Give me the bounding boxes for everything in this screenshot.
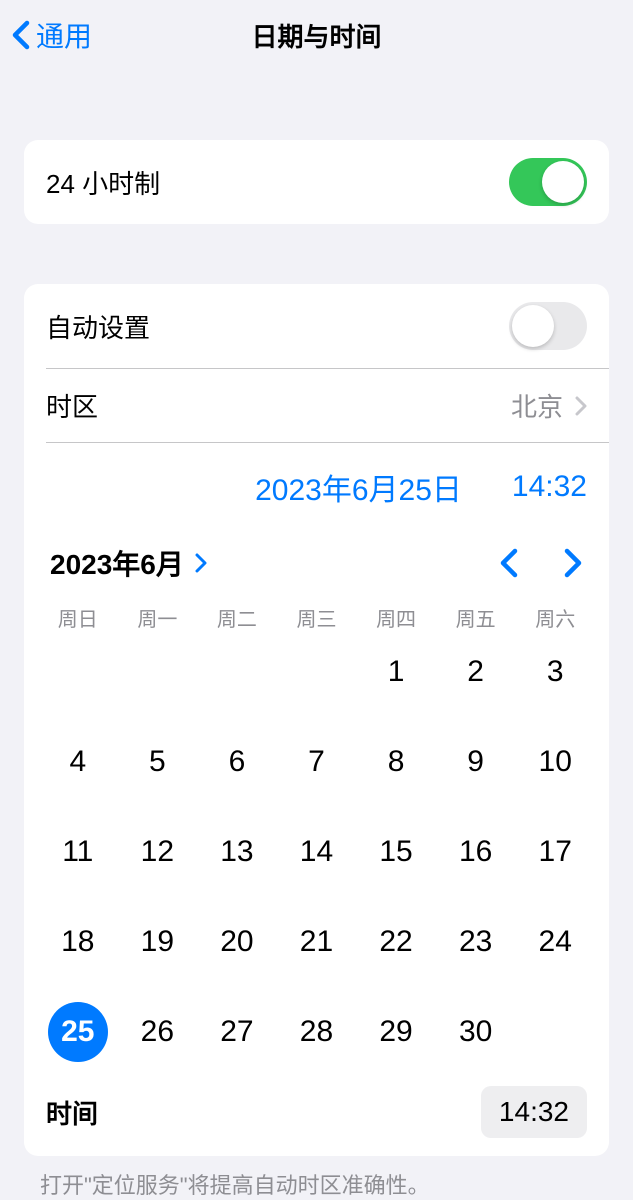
- day-cell[interactable]: 16: [436, 820, 516, 884]
- day-cell[interactable]: 28: [277, 1000, 357, 1064]
- day-cell[interactable]: 2: [436, 640, 516, 704]
- day-cell[interactable]: 19: [118, 910, 198, 974]
- day-number: 26: [127, 1002, 187, 1062]
- chevron-right-icon: [575, 396, 587, 416]
- day-number: 22: [366, 912, 426, 972]
- day-number: 27: [207, 1002, 267, 1062]
- weekday-label: 周六: [515, 603, 595, 632]
- day-number: 25: [48, 1002, 108, 1062]
- day-cell[interactable]: 20: [197, 910, 277, 974]
- page-title: 日期与时间: [251, 17, 381, 54]
- month-selector[interactable]: 2023年6月: [50, 543, 208, 583]
- day-cell[interactable]: 23: [436, 910, 516, 974]
- prev-month-button[interactable]: [499, 548, 519, 578]
- day-number: 11: [48, 822, 108, 882]
- day-number: 9: [446, 732, 506, 792]
- day-cell[interactable]: 10: [515, 730, 595, 794]
- month-title-label: 2023年6月: [50, 543, 184, 583]
- day-cell[interactable]: 29: [356, 1000, 436, 1064]
- day-cell[interactable]: 6: [197, 730, 277, 794]
- back-label: 通用: [36, 15, 92, 55]
- day-number: 23: [446, 912, 506, 972]
- day-cell[interactable]: 26: [118, 1000, 198, 1064]
- day-number: 16: [446, 822, 506, 882]
- twenty-four-hour-label: 24 小时制: [46, 164, 160, 201]
- footer-note: 打开"定位服务"将提高自动时区准确性。: [0, 1156, 633, 1200]
- day-cell[interactable]: 7: [277, 730, 357, 794]
- weekday-label: 周一: [118, 603, 198, 632]
- day-number: 5: [127, 732, 187, 792]
- day-cell[interactable]: 11: [38, 820, 118, 884]
- next-month-button[interactable]: [563, 548, 583, 578]
- chevron-left-icon: [12, 20, 30, 50]
- day-number: 28: [286, 1002, 346, 1062]
- day-number: 15: [366, 822, 426, 882]
- day-cell[interactable]: 24: [515, 910, 595, 974]
- day-cell[interactable]: 18: [38, 910, 118, 974]
- auto-set-row: 自动设置: [24, 284, 609, 368]
- weekday-label: 周五: [436, 603, 516, 632]
- datetime-row: 2023年6月25日 14:32: [24, 443, 609, 523]
- day-cell[interactable]: 27: [197, 1000, 277, 1064]
- day-number: 24: [525, 912, 585, 972]
- day-number: 8: [366, 732, 426, 792]
- auto-set-toggle[interactable]: [509, 302, 587, 350]
- day-number: 6: [207, 732, 267, 792]
- day-cell[interactable]: 22: [356, 910, 436, 974]
- day-cell[interactable]: 9: [436, 730, 516, 794]
- day-cell[interactable]: 8: [356, 730, 436, 794]
- day-number: 13: [207, 822, 267, 882]
- weekday-label: 周三: [277, 603, 357, 632]
- empty-day-cell: [277, 640, 357, 704]
- day-cell[interactable]: 25: [38, 1000, 118, 1064]
- day-cell[interactable]: 15: [356, 820, 436, 884]
- weekday-label: 周四: [356, 603, 436, 632]
- day-cell[interactable]: 4: [38, 730, 118, 794]
- day-number: 3: [525, 642, 585, 702]
- empty-day-cell: [197, 640, 277, 704]
- day-cell[interactable]: 3: [515, 640, 595, 704]
- twenty-four-hour-toggle[interactable]: [509, 158, 587, 206]
- auto-set-label: 自动设置: [46, 308, 150, 345]
- time-display[interactable]: 14:32: [512, 470, 587, 504]
- day-cell[interactable]: 1: [356, 640, 436, 704]
- day-number: 1: [366, 642, 426, 702]
- day-cell[interactable]: 12: [118, 820, 198, 884]
- day-cell[interactable]: 5: [118, 730, 198, 794]
- day-number: 30: [446, 1002, 506, 1062]
- day-number: 10: [525, 732, 585, 792]
- time-label: 时间: [46, 1094, 98, 1131]
- chevron-right-icon: [194, 553, 208, 573]
- day-number: 20: [207, 912, 267, 972]
- day-number: 4: [48, 732, 108, 792]
- timezone-value: 北京: [511, 387, 563, 424]
- day-cell[interactable]: 13: [197, 820, 277, 884]
- toggle-knob: [512, 305, 554, 347]
- day-cell[interactable]: 30: [436, 1000, 516, 1064]
- timezone-label: 时区: [46, 387, 98, 424]
- timezone-row[interactable]: 时区 北京: [24, 369, 609, 442]
- day-number: 2: [446, 642, 506, 702]
- empty-day-cell: [118, 640, 198, 704]
- day-number: 7: [286, 732, 346, 792]
- day-number: 19: [127, 912, 187, 972]
- weekday-label: 周二: [197, 603, 277, 632]
- back-button[interactable]: 通用: [12, 15, 92, 55]
- day-number: 29: [366, 1002, 426, 1062]
- toggle-knob: [542, 161, 584, 203]
- day-cell[interactable]: 14: [277, 820, 357, 884]
- weekday-label: 周日: [38, 603, 118, 632]
- time-picker[interactable]: 14:32: [481, 1086, 587, 1138]
- day-number: 21: [286, 912, 346, 972]
- day-cell[interactable]: 17: [515, 820, 595, 884]
- day-number: 12: [127, 822, 187, 882]
- day-number: 18: [48, 912, 108, 972]
- day-number: 17: [525, 822, 585, 882]
- day-number: 14: [286, 822, 346, 882]
- empty-day-cell: [38, 640, 118, 704]
- twenty-four-hour-row: 24 小时制: [24, 140, 609, 224]
- date-display[interactable]: 2023年6月25日: [255, 465, 462, 509]
- day-cell[interactable]: 21: [277, 910, 357, 974]
